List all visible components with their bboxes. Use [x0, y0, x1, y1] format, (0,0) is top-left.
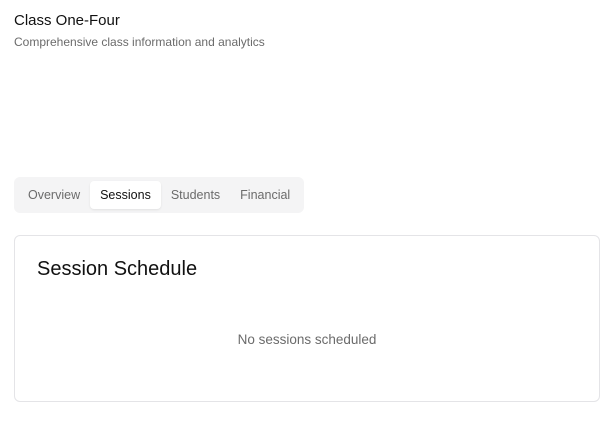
card-title: Session Schedule: [37, 258, 198, 280]
page-subtitle: Comprehensive class information and anal…: [14, 35, 265, 49]
session-schedule-card: Session Schedule No sessions scheduled: [14, 235, 600, 402]
tab-overview[interactable]: Overview: [18, 181, 90, 209]
tab-financial[interactable]: Financial: [230, 181, 300, 209]
tab-students[interactable]: Students: [161, 181, 230, 209]
page-title: Class One-Four: [14, 12, 120, 29]
page-header: Class One-Four Comprehensive class infor…: [14, 12, 265, 50]
tab-list: Overview Sessions Students Financial: [14, 177, 305, 213]
tab-sessions[interactable]: Sessions: [90, 181, 161, 209]
class-detail-page: Class One-Four Comprehensive class infor…: [0, 0, 611, 422]
empty-state-message: No sessions scheduled: [237, 332, 377, 347]
